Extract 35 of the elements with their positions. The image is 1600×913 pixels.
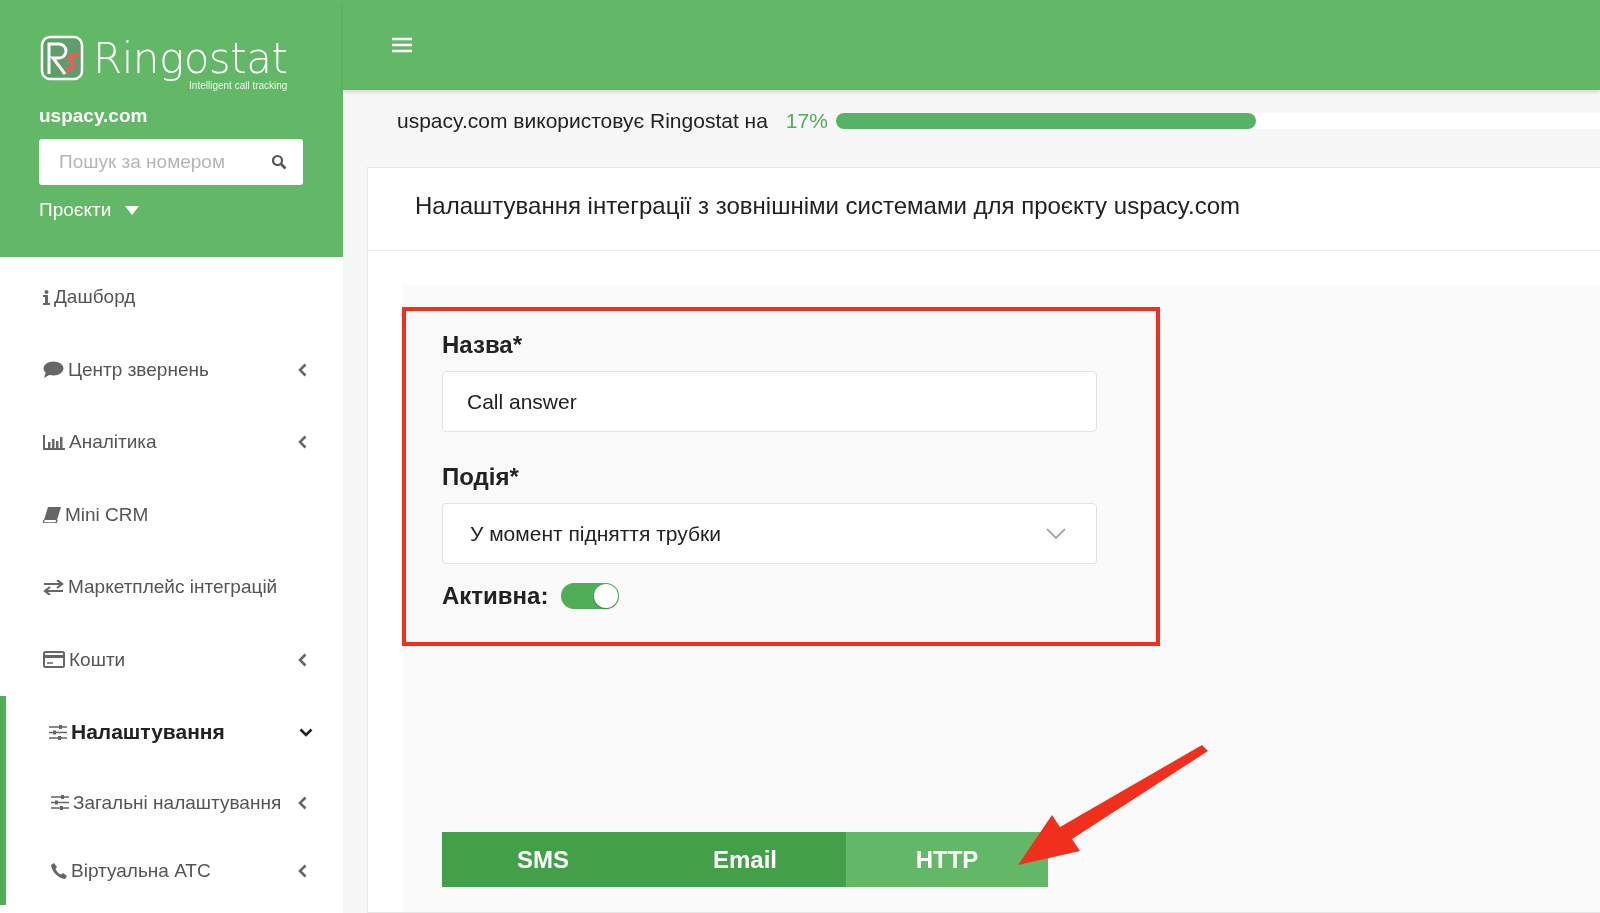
info-icon: [43, 289, 50, 305]
field-label: Подія*: [442, 463, 520, 491]
book-icon: [43, 506, 61, 523]
project-name: uspacy.com: [39, 105, 149, 127]
menu-item[interactable]: Віртуальна АТС: [0, 836, 343, 905]
menu-item[interactable]: Кошти: [0, 623, 343, 696]
active-toggle[interactable]: [561, 583, 620, 609]
usage-percent: 17%: [785, 109, 828, 133]
menu-item[interactable]: Загальні налаштування: [0, 768, 343, 837]
search-icon: [271, 154, 287, 170]
bar-chart-icon: [43, 434, 65, 450]
sliders-icon: [49, 724, 67, 740]
field-label: Назва*: [442, 331, 524, 359]
event-dropdown[interactable]: У момент підняття трубки: [442, 503, 1097, 564]
menu-item[interactable]: Аналітика: [0, 406, 343, 479]
field-label: Активна:: [442, 582, 549, 610]
exchange-icon: [43, 579, 64, 595]
caret-icon: [125, 205, 140, 215]
menu-item[interactable]: Маркетплейс інтеграцій: [0, 551, 343, 624]
name-input-field[interactable]: Call answer: [442, 371, 1097, 432]
menu-item[interactable]: Центр звернень: [0, 333, 343, 406]
usage-text: uspacy.com використовує Ringostat на: [397, 109, 768, 133]
sliders-icon: [51, 795, 69, 810]
chat-icon: [43, 361, 64, 379]
logo-icon: [39, 34, 85, 82]
menu-item[interactable]: Mini CRM: [0, 478, 343, 551]
chevron-down-icon: [1046, 528, 1066, 539]
phone-icon: [51, 862, 67, 879]
card-title: Налаштування інтеграції з зовнішніми системами для проєкту uspacy.com: [368, 168, 1600, 251]
logo-tagline: Intelligent call tracking: [189, 80, 288, 91]
search-field[interactable]: Пошук за номером: [39, 139, 303, 185]
menu-item[interactable]: Дашборд: [0, 261, 343, 334]
credit-card-icon: [43, 651, 65, 669]
menu-icon[interactable]: [392, 37, 412, 53]
menu-item[interactable]: Налаштування: [0, 696, 343, 769]
